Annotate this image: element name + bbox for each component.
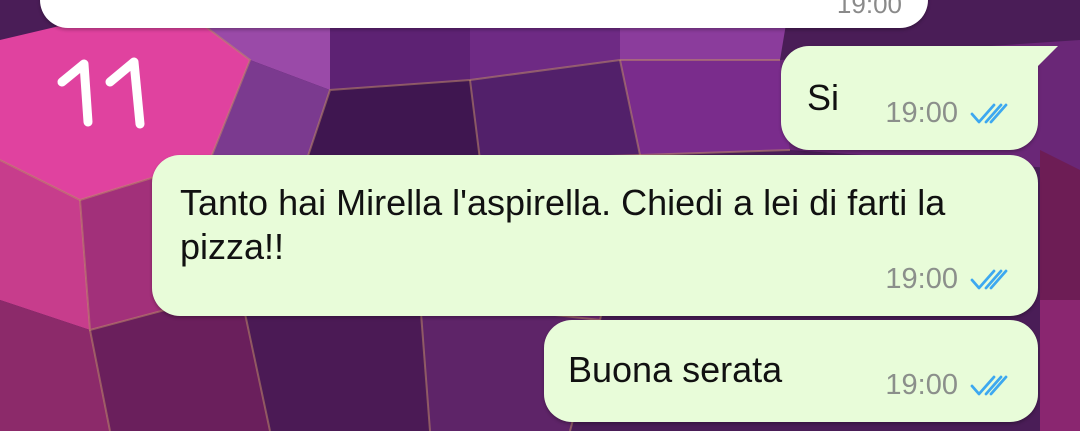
outgoing-message-bubble[interactable]: Tanto hai Mirella l'aspirella. Chiedi a …: [152, 155, 1038, 316]
message-time: 19:00: [885, 263, 958, 295]
incoming-message-bubble[interactable]: 19:00: [40, 0, 928, 28]
double-check-read-icon: [970, 103, 1008, 123]
incoming-message-time: 19:00: [836, 0, 902, 19]
double-check-read-icon: [970, 375, 1008, 395]
outgoing-message-bubble[interactable]: Si 19:00: [781, 46, 1058, 150]
handwritten-annotation: [57, 57, 145, 129]
message-meta: 19:00: [885, 263, 1014, 296]
message-time: 19:00: [885, 369, 958, 401]
message-time: 19:00: [885, 97, 958, 129]
bubble-tail: [1036, 46, 1058, 68]
outgoing-message-bubble[interactable]: Buona serata 19:00: [544, 320, 1038, 422]
message-text: Si: [807, 77, 840, 118]
message-text: Buona serata: [568, 349, 783, 390]
message-meta: 19:00: [885, 369, 1014, 402]
double-check-read-icon: [970, 269, 1008, 289]
message-text: Tanto hai Mirella l'aspirella. Chiedi a …: [180, 182, 946, 267]
message-meta: 19:00: [885, 97, 1014, 130]
